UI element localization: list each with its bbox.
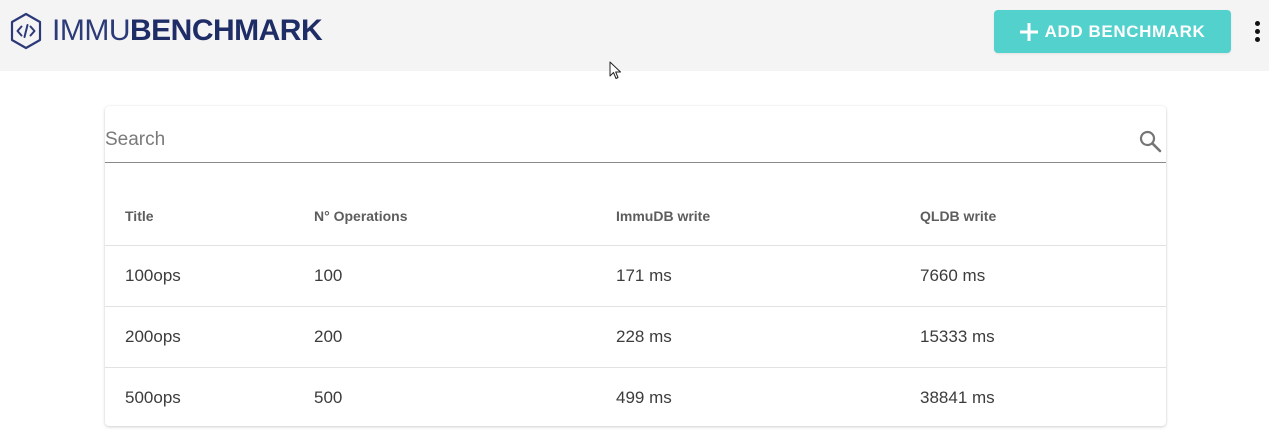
cell-operations: 100 (314, 266, 343, 285)
column-header-title[interactable]: Title (125, 186, 154, 245)
plus-icon (1019, 22, 1038, 41)
search-bar (105, 120, 1166, 163)
cell-qldb-write: 38841 ms (920, 388, 995, 407)
table-header-row: Title N° Operations ImmuDB write QLDB wr… (105, 186, 1166, 246)
app-title-light: IMMU (52, 14, 130, 47)
code-hexagon-icon (10, 12, 42, 50)
cell-operations: 500 (314, 388, 343, 407)
cell-immudb-write: 171 ms (616, 266, 672, 285)
benchmark-table: Title N° Operations ImmuDB write QLDB wr… (105, 186, 1166, 428)
app-title: IMMUBENCHMARK (52, 12, 323, 50)
app-header: IMMUBENCHMARK ADD BENCHMARK (0, 0, 1269, 71)
cell-title: 500ops (125, 388, 181, 407)
column-header-operations[interactable]: N° Operations (314, 186, 408, 245)
cell-qldb-write: 7660 ms (920, 266, 986, 285)
app-title-bold: BENCHMARK (129, 14, 323, 47)
cell-operations: 200 (314, 327, 343, 346)
add-benchmark-label: ADD BENCHMARK (1044, 21, 1206, 41)
table-row[interactable]: 500ops 500 499 ms 38841 ms (105, 368, 1166, 428)
cell-immudb-write: 228 ms (616, 327, 672, 346)
table-row[interactable]: 200ops 200 228 ms 15333 ms (105, 307, 1166, 368)
search-icon[interactable] (1138, 129, 1162, 153)
app-logo[interactable]: IMMUBENCHMARK (9, 12, 323, 50)
more-vertical-icon[interactable] (1250, 18, 1266, 46)
benchmark-table-card: Title N° Operations ImmuDB write QLDB wr… (105, 106, 1166, 426)
column-header-immudb-write[interactable]: ImmuDB write (616, 186, 710, 245)
cell-title: 200ops (125, 327, 181, 346)
search-input[interactable] (105, 120, 1115, 160)
cell-title: 100ops (125, 266, 181, 285)
add-benchmark-button[interactable]: ADD BENCHMARK (994, 10, 1231, 53)
table-row[interactable]: 100ops 100 171 ms 7660 ms (105, 246, 1166, 307)
cell-qldb-write: 15333 ms (920, 327, 995, 346)
mouse-cursor-icon (609, 61, 621, 79)
cell-immudb-write: 499 ms (616, 388, 672, 407)
column-header-qldb-write[interactable]: QLDB write (920, 186, 996, 245)
